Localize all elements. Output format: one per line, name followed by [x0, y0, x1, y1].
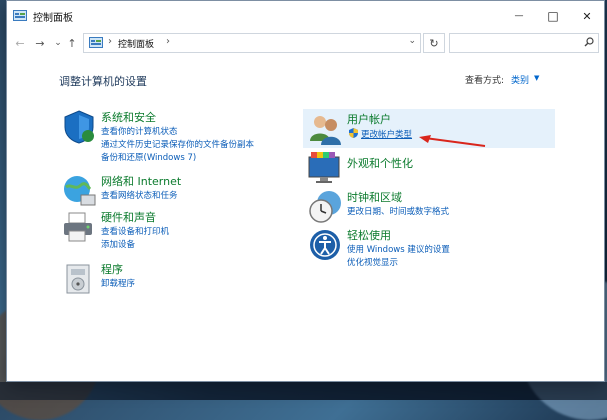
category-network: 网络和 Internet 查看网络状态和任务: [61, 173, 301, 209]
category-ease-of-access: 轻松使用 使用 Windows 建议的设置 优化视觉显示: [307, 227, 547, 269]
control-panel-window: 控制面板 — □ ✕ ← → ⌄ ↑ › 控制面板 › ⌄ ↻ 调整计算机的设置…: [6, 0, 605, 382]
link-view-computer-status[interactable]: 查看你的计算机状态: [101, 125, 178, 137]
category-title-network[interactable]: 网络和 Internet: [101, 173, 181, 189]
breadcrumb-separator[interactable]: ›: [108, 36, 112, 47]
category-title-system-security[interactable]: 系统和安全: [101, 109, 156, 125]
category-title-clock-region[interactable]: 时钟和区域: [347, 189, 402, 205]
category-title-user-accounts[interactable]: 用户帐户: [347, 111, 391, 127]
address-bar[interactable]: › 控制面板 › ⌄: [83, 33, 421, 53]
forward-button[interactable]: →: [33, 36, 47, 50]
back-arrow-icon: ←: [15, 36, 25, 50]
window-title: 控制面板: [33, 13, 73, 24]
up-button[interactable]: ↑: [65, 36, 79, 50]
category-hardware: 硬件和声音 查看设备和打印机 添加设备: [61, 209, 301, 251]
link-recommended-settings[interactable]: 使用 Windows 建议的设置: [347, 243, 450, 255]
accessibility-icon[interactable]: [307, 227, 343, 263]
breadcrumb-control-panel[interactable]: 控制面板: [118, 37, 154, 50]
shield-icon[interactable]: [61, 109, 97, 145]
minimize-icon: —: [514, 11, 524, 21]
link-view-network-status[interactable]: 查看网络状态和任务: [101, 189, 178, 201]
programs-icon[interactable]: [61, 261, 97, 297]
close-button[interactable]: ✕: [570, 1, 604, 31]
search-icon[interactable]: [584, 37, 594, 47]
desktop-bottom-strip: [0, 382, 607, 400]
maximize-icon: □: [547, 9, 559, 23]
refresh-button[interactable]: ↻: [423, 33, 445, 53]
breadcrumb-separator[interactable]: ›: [166, 36, 170, 47]
forward-arrow-icon: →: [35, 36, 45, 50]
category-appearance: 外观和个性化: [307, 151, 547, 191]
close-icon: ✕: [582, 9, 592, 23]
title-bar[interactable]: 控制面板 — □ ✕: [7, 1, 604, 31]
control-panel-icon: [89, 37, 103, 48]
back-button[interactable]: ←: [13, 36, 27, 50]
monitor-palette-icon[interactable]: [307, 151, 343, 187]
link-change-date-time-format[interactable]: 更改日期、时间或数字格式: [347, 205, 449, 217]
category-programs: 程序 卸载程序: [61, 261, 301, 297]
link-optimize-visual-display[interactable]: 优化视觉显示: [347, 256, 398, 268]
content-area: 调整计算机的设置 查看方式: 类别 ▼ 系统和安全 查看你的计算机状态 通过文件…: [7, 55, 604, 381]
view-by-dropdown[interactable]: 类别: [511, 73, 529, 86]
category-clock-region: 时钟和区域 更改日期、时间或数字格式: [307, 189, 547, 227]
users-icon[interactable]: [307, 111, 343, 147]
recent-locations-button[interactable]: ⌄: [51, 36, 65, 50]
view-by-caret-icon[interactable]: ▼: [534, 74, 539, 82]
link-file-history-backup[interactable]: 通过文件历史记录保存你的文件备份副本: [101, 138, 254, 150]
link-backup-restore[interactable]: 备份和还原(Windows 7): [101, 151, 196, 163]
address-dropdown-icon[interactable]: ⌄: [408, 36, 416, 46]
category-title-ease-of-access[interactable]: 轻松使用: [347, 227, 391, 243]
control-panel-icon: [13, 10, 27, 21]
globe-network-icon[interactable]: [61, 173, 97, 209]
uac-shield-icon: [349, 128, 358, 138]
printer-icon[interactable]: [61, 209, 97, 245]
category-title-hardware[interactable]: 硬件和声音: [101, 209, 156, 225]
category-title-appearance[interactable]: 外观和个性化: [347, 155, 413, 171]
category-system-security: 系统和安全 查看你的计算机状态 通过文件历史记录保存你的文件备份副本 备份和还原…: [61, 109, 301, 163]
link-add-device[interactable]: 添加设备: [101, 238, 135, 250]
link-uninstall-program[interactable]: 卸载程序: [101, 277, 135, 289]
refresh-icon: ↻: [429, 36, 439, 50]
minimize-button[interactable]: —: [502, 1, 536, 31]
chevron-down-icon: ⌄: [54, 38, 62, 48]
search-input[interactable]: [449, 33, 599, 53]
up-arrow-icon: ↑: [67, 36, 77, 50]
link-devices-printers[interactable]: 查看设备和打印机: [101, 225, 169, 237]
clock-globe-icon[interactable]: [307, 189, 343, 225]
navigation-bar: ← → ⌄ ↑ › 控制面板 › ⌄ ↻: [7, 31, 604, 55]
maximize-button[interactable]: □: [536, 1, 570, 31]
link-change-account-type[interactable]: 更改帐户类型: [361, 128, 412, 140]
category-title-programs[interactable]: 程序: [101, 261, 123, 277]
view-by-label: 查看方式:: [465, 76, 505, 86]
page-title: 调整计算机的设置: [59, 75, 147, 88]
